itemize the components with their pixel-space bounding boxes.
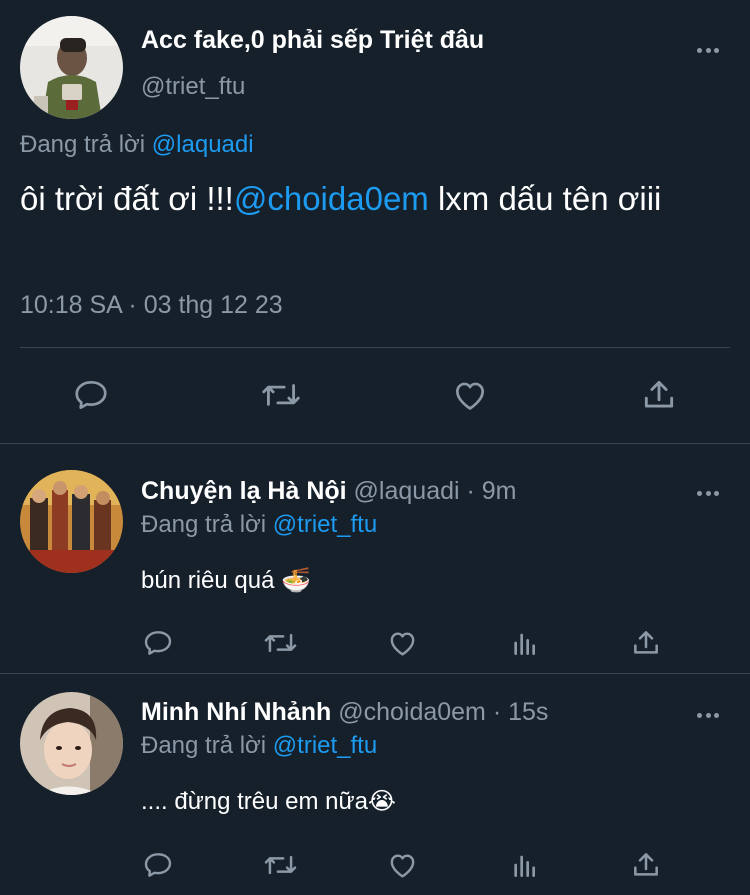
share-icon[interactable]: [630, 849, 662, 881]
like-icon[interactable]: [386, 627, 419, 659]
more-options-icon[interactable]: [690, 708, 726, 722]
like-icon[interactable]: [450, 376, 490, 414]
user-handle[interactable]: @triet_ftu: [141, 73, 245, 101]
retweet-icon[interactable]: [262, 627, 299, 659]
analytics-icon[interactable]: [509, 849, 541, 881]
reply-icon[interactable]: [72, 376, 110, 414]
tweet-text: bún riêu quá 🍜: [141, 567, 311, 594]
replying-to-mention[interactable]: @laquadi: [152, 131, 254, 158]
display-name: Minh Nhí Nhảnh @choida0em · 15s: [141, 698, 548, 727]
replying-label: Đang trả lời: [141, 732, 267, 759]
main-tweet: Acc fake,0 phải sếp Triệt đâu @triet_ftu…: [0, 0, 750, 444]
display-name[interactable]: Acc fake,0 phải sếp Triệt đâu: [141, 26, 484, 55]
share-icon[interactable]: [630, 627, 662, 659]
reply-tweet: Chuyện lạ Hà Nội @laquadi · 9m Đang trả …: [0, 444, 750, 674]
tweet-text: .... đừng trêu em nữa😭: [141, 788, 396, 815]
replying-to: Đang trả lời @triet_ftu: [141, 732, 377, 760]
like-icon[interactable]: [386, 849, 419, 881]
replying-to-mention[interactable]: @triet_ftu: [273, 511, 377, 538]
retweet-icon[interactable]: [259, 376, 303, 414]
timestamp[interactable]: 10:18 SA · 03 thg 12 23: [20, 291, 283, 320]
tweet-text-part: ôi trời đất ơi !!!: [20, 180, 234, 217]
display-name-text[interactable]: Minh Nhí Nhảnh: [141, 698, 331, 726]
separator-dot: ·: [459, 477, 482, 505]
display-name-text[interactable]: Chuyện lạ Hà Nội: [141, 477, 347, 505]
more-options-icon[interactable]: [690, 486, 726, 500]
reply-tweet: Minh Nhí Nhảnh @choida0em · 15s Đang trả…: [0, 674, 750, 895]
divider: [20, 347, 730, 348]
replying-label: Đang trả lời: [141, 511, 267, 538]
relative-time[interactable]: 9m: [482, 477, 517, 505]
avatar[interactable]: [20, 470, 123, 573]
replying-to: Đang trả lời @laquadi: [20, 131, 254, 159]
replying-to-mention[interactable]: @triet_ftu: [273, 732, 377, 759]
replying-label: Đang trả lời: [20, 131, 146, 158]
user-handle[interactable]: @laquadi: [354, 477, 460, 505]
reply-icon[interactable]: [142, 849, 174, 881]
mention-link[interactable]: @choida0em: [234, 180, 429, 217]
avatar[interactable]: [20, 16, 123, 119]
avatar[interactable]: [20, 692, 123, 795]
tweet-text: ôi trời đất ơi !!!@choida0em lxm dấu tên…: [20, 178, 720, 220]
analytics-icon[interactable]: [509, 627, 541, 659]
user-handle[interactable]: @choida0em: [338, 698, 486, 726]
more-options-icon[interactable]: [690, 43, 726, 57]
reply-icon[interactable]: [142, 627, 174, 659]
share-icon[interactable]: [640, 376, 678, 414]
relative-time[interactable]: 15s: [508, 698, 548, 726]
replying-to: Đang trả lời @triet_ftu: [141, 511, 377, 539]
tweet-text-part: lxm dấu tên ơiii: [428, 180, 662, 217]
retweet-icon[interactable]: [262, 849, 299, 881]
display-name: Chuyện lạ Hà Nội @laquadi · 9m: [141, 477, 517, 506]
separator-dot: ·: [485, 698, 509, 726]
